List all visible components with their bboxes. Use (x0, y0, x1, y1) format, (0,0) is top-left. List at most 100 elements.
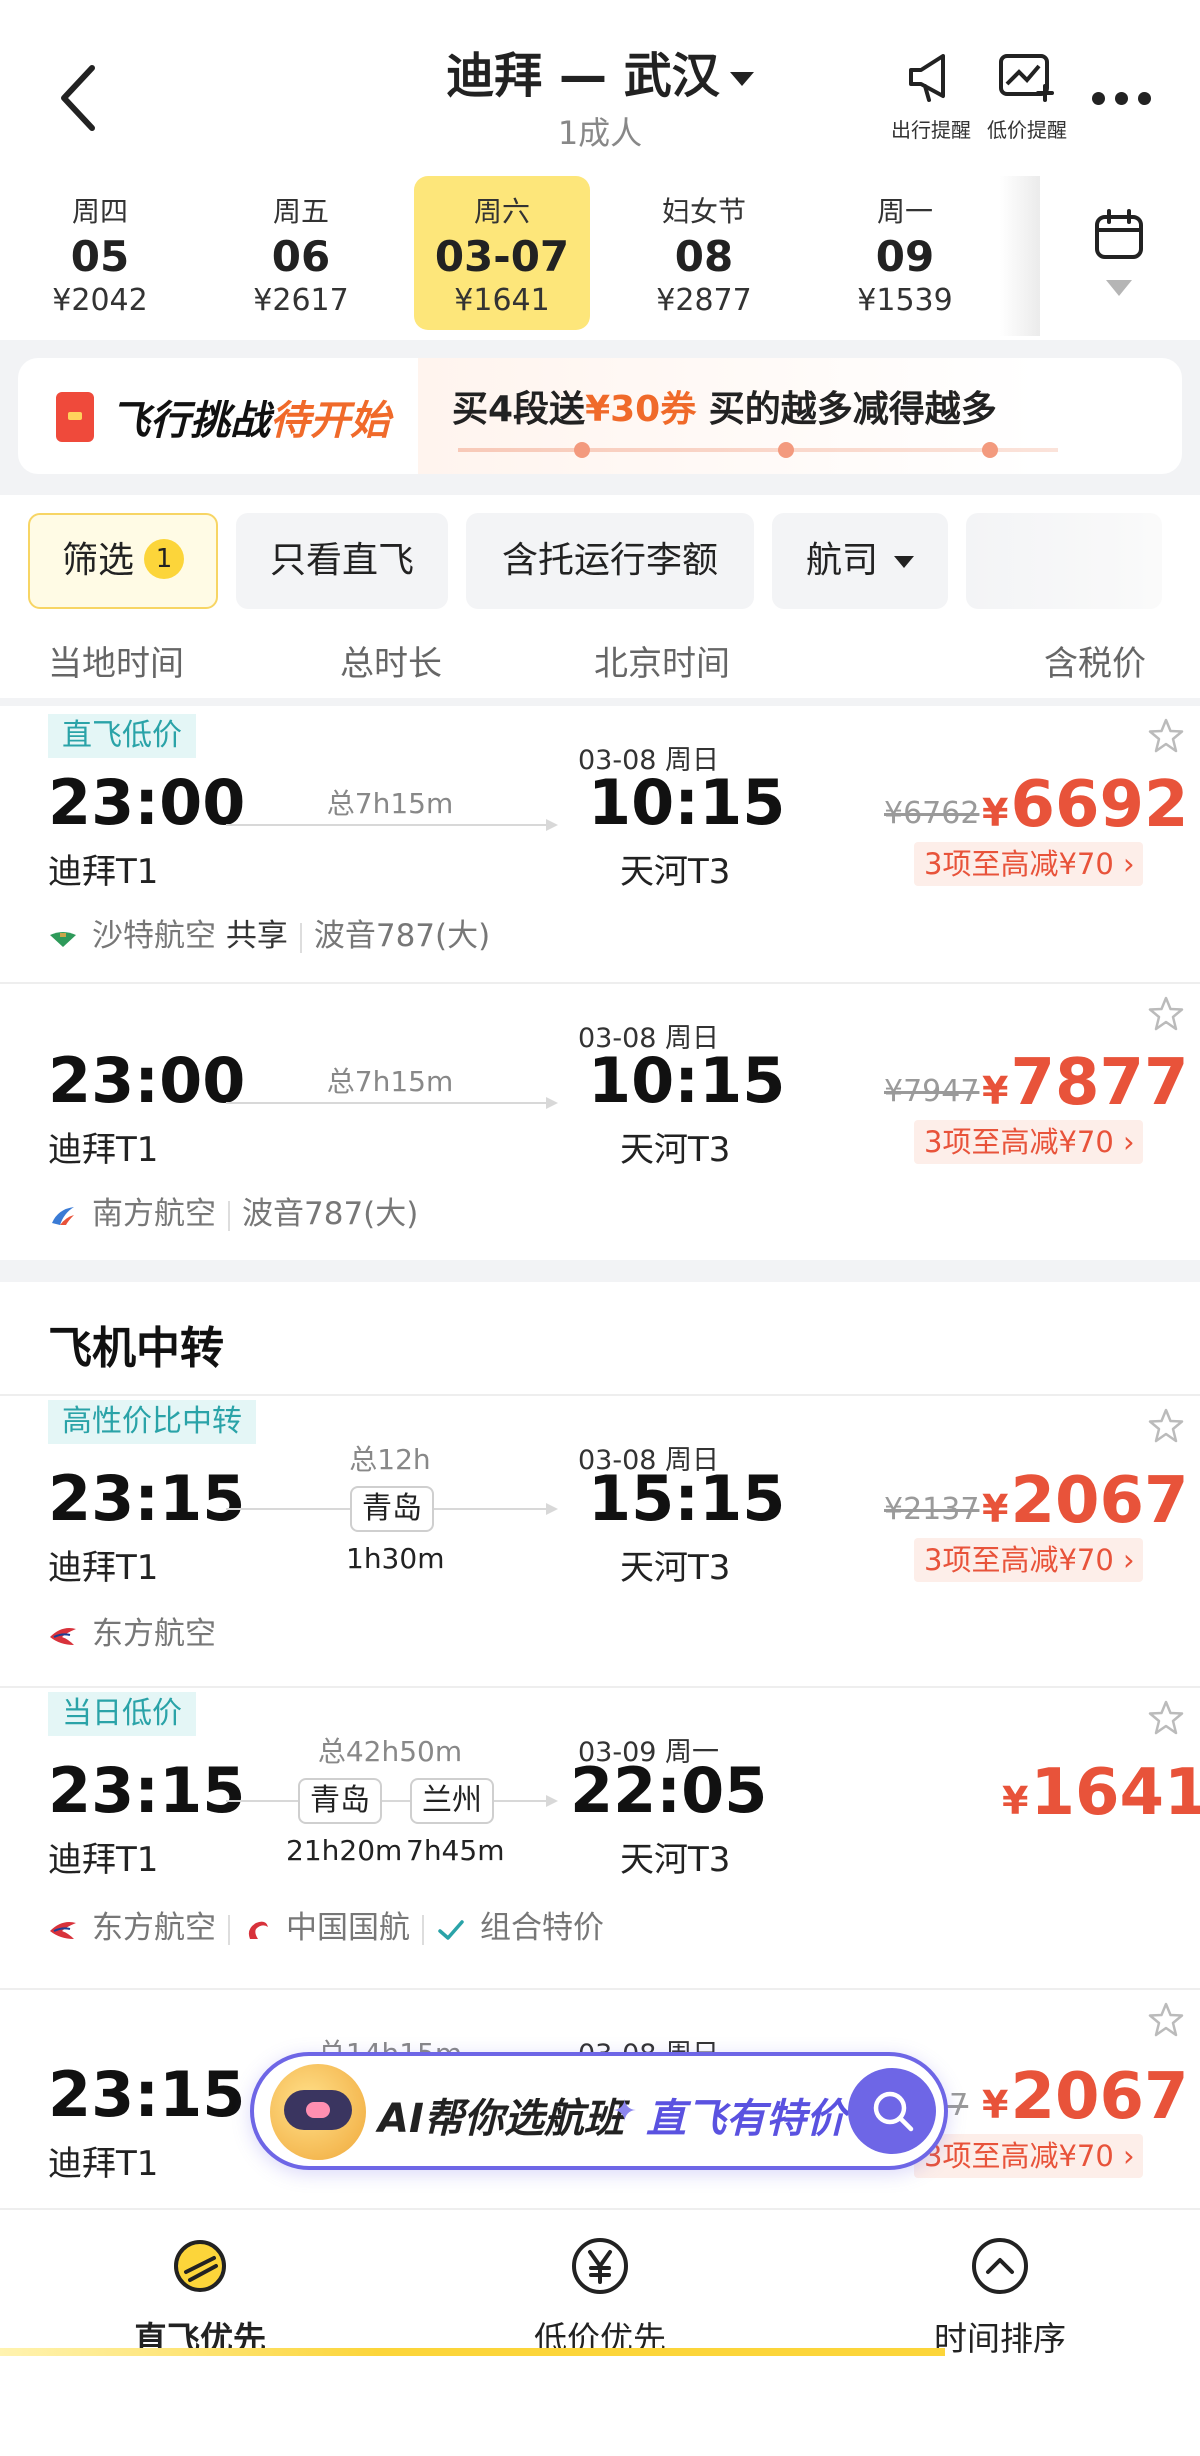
chevron-right-icon: › (1123, 2139, 1135, 2173)
china-eastern-logo-icon (50, 1627, 76, 1645)
date-weekday: 周五 (272, 195, 329, 228)
flight-card[interactable]: 23:00 迪拜T1 总7h15m 03-08 周日 10:15 天河T3 ¥7… (0, 984, 1200, 1260)
price-alert-button[interactable]: 低价提醒 (982, 48, 1072, 143)
discount-tag[interactable]: 3项至高减¥70 › (914, 842, 1143, 886)
discount-text: 3项至高减¥70 (924, 1125, 1114, 1159)
aircraft-type: 波音787(大) (242, 1196, 419, 1232)
arrive-time: 10:15 (588, 766, 786, 839)
col-local-time[interactable]: 当地时间 (48, 636, 184, 685)
col-duration[interactable]: 总时长 (340, 636, 442, 685)
yen-symbol: ¥ (1002, 1779, 1029, 1823)
trip-alert-button[interactable]: 出行提醒 (886, 48, 976, 143)
stopover-city: 兰州 (410, 1778, 494, 1824)
filter-button[interactable]: 筛选 1 (28, 513, 218, 609)
date-day: 06 (271, 232, 331, 281)
flight-tag: 当日低价 (48, 1692, 196, 1736)
date-item[interactable]: 周五 06 ¥2617 (213, 176, 389, 330)
stopover-city: 青岛 (298, 1778, 382, 1824)
ai-highlight-text: 直飞有特价 (646, 2096, 846, 2142)
favorite-star-icon[interactable] (1148, 996, 1184, 1032)
sort-price-first[interactable]: 低价优先 (450, 2234, 750, 2360)
price-alert-icon (999, 54, 1054, 102)
caret-down-icon[interactable] (729, 72, 754, 86)
flight-tag: 直飞低价 (48, 714, 196, 758)
col-beijing-time[interactable]: 北京时间 (594, 636, 730, 685)
flight-duration: 总7h15m (326, 787, 454, 820)
yen-symbol: ¥ (982, 1069, 1009, 1113)
airline-name: 东方航空 (92, 1616, 216, 1652)
price-value: 7877 (1010, 1046, 1189, 1120)
air-china-logo-icon (248, 1921, 268, 1939)
flight-tag: 高性价比中转 (48, 1400, 256, 1444)
airline-chip[interactable]: 航司 (772, 513, 948, 609)
flight-card[interactable]: 高性价比中转 23:15 迪拜T1 总12h 青岛 1h30m 03-08 周日… (0, 1396, 1200, 1686)
more-icon[interactable] (1092, 92, 1152, 106)
arrive-time: 15:15 (588, 1462, 786, 1535)
depart-time: 23:00 (48, 766, 246, 839)
route-line (226, 1795, 558, 1807)
sparkle-icon: ✦ (612, 2094, 638, 2129)
date-item[interactable]: 周一 09 ¥1539 (817, 176, 993, 330)
col-price[interactable]: 含税价 (1044, 636, 1146, 685)
price-value: 1641 (1030, 1756, 1200, 1830)
flight-duration: 总42h50m (317, 1735, 463, 1768)
yen-symbol: ¥ (982, 1487, 1009, 1531)
date-scroll-fade (1000, 176, 1040, 336)
airline-info: 南方航空 波音787(大) (48, 1188, 418, 1233)
depart-time: 23:15 (48, 2058, 246, 2131)
favorite-star-icon[interactable] (1148, 2002, 1184, 2038)
more-filter-chip[interactable] (966, 513, 1162, 609)
favorite-star-icon[interactable] (1148, 718, 1184, 754)
progress-dot (982, 442, 998, 458)
date-price: ¥2877 (656, 283, 752, 318)
challenge-text-c: 买的越多减得越多 (696, 389, 997, 430)
red-envelope-icon (56, 392, 94, 442)
date-item[interactable]: 周四 05 ¥2042 (12, 176, 188, 330)
ai-assistant-bubble[interactable]: AI帮你选航班 ✦ 直飞有特价 (250, 2052, 948, 2170)
airline-name: 中国国航 (286, 1910, 410, 1946)
sort-direct-first[interactable]: 直飞优先 (50, 2234, 350, 2360)
calendar-button[interactable] (1040, 176, 1200, 336)
calendar-icon (1095, 209, 1143, 259)
ai-mascot-avatar (270, 2064, 366, 2160)
flight-challenge-banner[interactable]: 飞行挑战待开始 买4段送¥30券 买的越多减得越多 (18, 358, 1182, 474)
discount-tag[interactable]: 3项至高减¥70 › (914, 2134, 1143, 2178)
baggage-chip[interactable]: 含托运行李额 (466, 513, 754, 609)
favorite-star-icon[interactable] (1148, 1700, 1184, 1736)
direct-only-chip[interactable]: 只看直飞 (236, 513, 448, 609)
sort-by-time[interactable]: 时间排序 (850, 2234, 1150, 2360)
flight-duration: 总7h15m (326, 1065, 454, 1098)
date-item[interactable]: 妇女节 08 ¥2877 (616, 176, 792, 330)
combo-deal-label: 组合特价 (480, 1910, 604, 1946)
filter-bar: 筛选 1 只看直飞 含托运行李额 航司 (0, 495, 1200, 617)
flight-card[interactable]: 当日低价 23:15 迪拜T1 总42h50m 青岛 21h20m 兰州 7h4… (0, 1688, 1200, 1988)
discount-tag[interactable]: 3项至高减¥70 › (914, 1538, 1143, 1582)
route-title-text[interactable]: 迪拜 — 武汉 (446, 48, 719, 104)
date-weekday: 周四 (71, 195, 128, 228)
route-line (226, 819, 558, 831)
flight-card[interactable]: 直飞低价 23:00 迪拜T1 总7h15m 03-08 周日 10:15 天河… (0, 706, 1200, 982)
date-price: ¥1641 (454, 283, 550, 318)
challenge-text-a: 买4段送 (452, 389, 586, 430)
depart-time: 23:15 (48, 1462, 246, 1535)
date-day: 03-07 (434, 232, 570, 281)
date-day: 08 (674, 232, 734, 281)
stopover-duration: 7h45m (406, 1834, 505, 1867)
favorite-star-icon[interactable] (1148, 1408, 1184, 1444)
top-nav-bar: 迪拜 — 武汉 1成人 出行提醒 低价提醒 (0, 0, 1200, 170)
challenge-coupon: ¥30券 (585, 389, 697, 430)
route-line (226, 1097, 558, 1109)
discount-tag[interactable]: 3项至高减¥70 › (914, 1120, 1143, 1164)
transfer-section-title: 飞机中转 (48, 1323, 224, 1374)
yen-symbol: ¥ (982, 2083, 1009, 2127)
date-day: 05 (70, 232, 130, 281)
date-item-selected[interactable]: 周六 03-07 ¥1641 (414, 176, 590, 330)
ai-search-button[interactable] (848, 2068, 936, 2154)
sort-tab-bar: 直飞优先 低价优先 时间排序 (0, 2208, 1200, 2456)
price-value: 2067 (1010, 2060, 1189, 2134)
price-alert-label: 低价提醒 (987, 118, 1067, 142)
plane-badge-icon (174, 2240, 226, 2292)
progress-dot (574, 442, 590, 458)
depart-time: 23:15 (48, 1754, 246, 1827)
yen-symbol: ¥ (982, 791, 1009, 835)
